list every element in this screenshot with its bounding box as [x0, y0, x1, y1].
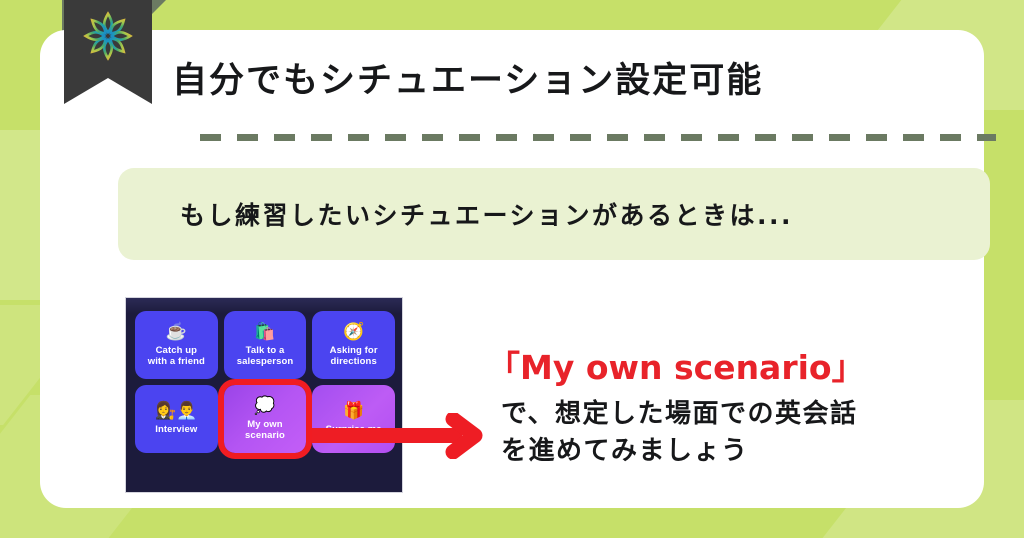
- app-screenshot: ☕ Catch up with a friend 🛍️ Talk to a sa…: [125, 297, 403, 493]
- compass-emoji: 🧭: [343, 321, 365, 341]
- arrow-shaft: [312, 428, 462, 443]
- scenario-card-label-line2: salesperson: [236, 356, 294, 367]
- scenario-callout-highlight: 「My own scenario」: [487, 348, 865, 387]
- bookmark-ribbon: [64, 0, 152, 104]
- scenario-card-interview[interactable]: 👩‍⚖️👨‍💼 Interview: [135, 385, 218, 453]
- right-arrow: [312, 413, 502, 459]
- scenario-card-my-own-scenario[interactable]: 💭 My own scenario: [217, 379, 313, 459]
- thought-balloon-emoji: 💭: [254, 395, 276, 415]
- callout-body-line-2: を進めてみましょう: [501, 435, 749, 466]
- scenario-card-label: Catch up with a friend: [145, 345, 208, 367]
- slide-canvas: 自分でもシチュエーション設定可能 もし練習したいシチュエーションがあるときは..…: [0, 0, 1024, 538]
- scenario-card-label: Talk to a salesperson: [234, 345, 297, 367]
- subtitle-box: もし練習したいシチュエーションがあるときは...: [118, 168, 990, 260]
- content-card: 自分でもシチュエーション設定可能 もし練習したいシチュエーションがあるときは..…: [40, 30, 996, 508]
- callout-copy: 「My own scenario」 で、想定した場面での英会話 を進めてみましょ…: [487, 348, 992, 469]
- scenario-card-directions[interactable]: 🧭 Asking for directions: [312, 311, 395, 379]
- scenario-card-label: Asking for directions: [327, 345, 381, 367]
- subtitle-text: もし練習したいシチュエーションがあるときは...: [180, 201, 793, 230]
- scenario-card-label-line2: scenario: [245, 430, 285, 441]
- page-title: 自分でもシチュエーション設定可能: [172, 61, 764, 101]
- scenario-card-catch-up[interactable]: ☕ Catch up with a friend: [135, 311, 218, 379]
- title-row: 自分でもシチュエーション設定可能: [172, 64, 972, 99]
- scenario-card-label-line2: with a friend: [147, 356, 205, 367]
- hot-beverage-emoji: ☕: [165, 321, 187, 341]
- wrapped-gift-emoji: 🎁: [343, 401, 365, 421]
- arrow-head-icon: [445, 413, 483, 459]
- scenario-card-label-line1: Interview: [155, 424, 198, 436]
- scenario-card-label-line2: directions: [330, 356, 377, 367]
- callout-body-line-1: で、想定した場面での英会話: [501, 398, 858, 429]
- scenario-card-label-line1: Talk to a: [245, 344, 285, 356]
- scenario-card-label: My own scenario: [242, 419, 288, 441]
- flower-star-logo-icon: [83, 11, 133, 61]
- scenario-card-label-line1: Asking for: [329, 344, 378, 356]
- scenario-card-label: Interview: [152, 424, 200, 435]
- scenario-card-label-line1: Catch up: [155, 344, 198, 356]
- two-people-emoji: 👩‍⚖️👨‍💼: [155, 401, 198, 421]
- scenario-card-label-line1: My own: [247, 418, 283, 430]
- scenario-card-salesperson[interactable]: 🛍️ Talk to a salesperson: [223, 311, 307, 379]
- shopping-bags-emoji: 🛍️: [254, 321, 276, 341]
- title-dashed-divider: [200, 134, 996, 141]
